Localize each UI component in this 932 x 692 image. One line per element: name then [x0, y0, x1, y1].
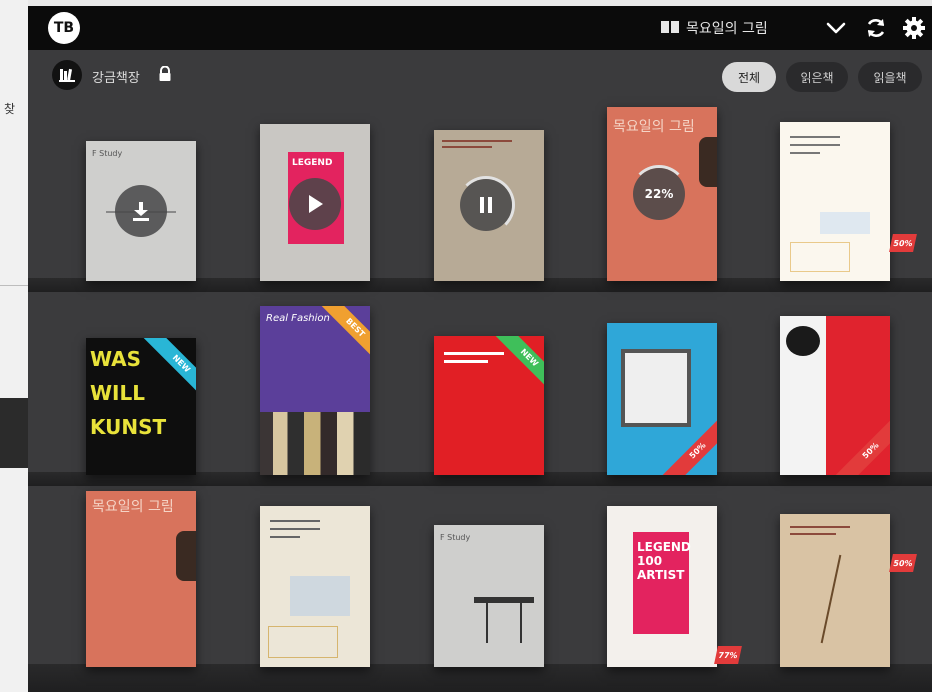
cover-art: [176, 531, 196, 581]
book-cover[interactable]: Real Fashion BEST: [260, 306, 370, 475]
background-dark-block: [0, 398, 28, 468]
cover-art-slash: [820, 554, 842, 644]
shelf-name[interactable]: 강금책장: [92, 67, 140, 86]
book-title: LEGEND 100 ARTIST: [637, 540, 691, 582]
cover-text-lines: [270, 520, 320, 538]
cover-art: [820, 212, 870, 234]
play-button[interactable]: [289, 178, 341, 230]
shelf-header: 강금책장 전체 읽은책 읽을책: [28, 50, 932, 104]
shelf-floor: [28, 664, 932, 692]
sale-badge: 50%: [889, 234, 917, 252]
gear-icon: [903, 17, 925, 39]
cover-text-lines: [790, 526, 850, 535]
pause-icon: [480, 197, 492, 213]
book-cover[interactable]: F Study: [86, 141, 196, 281]
sync-button[interactable]: [864, 16, 888, 40]
screen: 찾 TB 목요일의 그림 강금책장 전체 읽은책 읽을책 F Study LEG…: [0, 0, 932, 692]
cover-art: [486, 603, 488, 643]
settings-button[interactable]: [902, 16, 926, 40]
filter-to-read[interactable]: 읽을책: [858, 62, 922, 92]
cover-art: [699, 137, 717, 187]
book-title: LEGEND: [292, 158, 333, 168]
filter-all[interactable]: 전체: [722, 62, 776, 92]
background-divider: [0, 285, 28, 286]
bookshelf-icon: [59, 68, 75, 82]
play-icon: [309, 195, 323, 213]
cover-photo-face: [786, 326, 820, 356]
book-cover[interactable]: LEGEND: [260, 124, 370, 281]
progress-percent: 22%: [644, 187, 674, 201]
book-cover[interactable]: LEGEND 100 ARTIST: [607, 506, 717, 667]
book-cover[interactable]: WAS WILL KUNST NEW: [86, 338, 196, 475]
book-cover[interactable]: NEW: [434, 336, 544, 475]
cover-art: [290, 576, 350, 616]
bookshelf-app: TB 목요일의 그림 강금책장 전체 읽은책 읽을책 F Study LEGEN…: [28, 6, 932, 692]
current-book-title[interactable]: 목요일의 그림: [686, 18, 768, 38]
background-app: 찾: [0, 0, 28, 692]
cover-text-lines: [790, 136, 840, 154]
book-cover[interactable]: [780, 122, 890, 281]
filter-label: 전체: [737, 70, 761, 85]
cover-art: [474, 597, 534, 603]
refresh-icon: [867, 19, 885, 37]
pause-button[interactable]: [460, 179, 512, 231]
book-title: 목요일의 그림: [613, 119, 695, 135]
download-button[interactable]: [115, 185, 167, 237]
filter-read[interactable]: 읽은책: [786, 62, 848, 92]
background-app-text: 찾: [4, 102, 16, 116]
filter-label: 읽을책: [873, 70, 907, 85]
book-cover[interactable]: 50%: [780, 316, 890, 475]
book-cover[interactable]: [434, 130, 544, 281]
book-cover[interactable]: 50%: [607, 323, 717, 475]
top-bar: TB 목요일의 그림: [28, 6, 932, 50]
cover-text-lines: [444, 352, 504, 363]
book-title: F Study: [440, 533, 471, 542]
chevron-down-icon: [826, 22, 846, 34]
cover-photo-strip: [260, 412, 370, 475]
cover-art: [520, 603, 522, 643]
app-logo[interactable]: TB: [48, 12, 80, 44]
book-cover[interactable]: [780, 514, 890, 667]
cover-text-lines: [442, 140, 512, 158]
download-icon: [133, 202, 149, 221]
filter-label: 읽은책: [800, 70, 834, 85]
sale-ribbon: 50%: [833, 413, 890, 475]
cover-art: [621, 349, 691, 427]
sale-badge: 77%: [714, 646, 742, 664]
new-ribbon: NEW: [491, 336, 544, 396]
download-progress[interactable]: 22%: [633, 168, 685, 220]
dropdown-button[interactable]: [824, 16, 848, 40]
book-title: F Study: [92, 149, 123, 158]
cover-art: [268, 626, 338, 658]
sale-badge: 50%: [889, 554, 917, 572]
book-icon: [661, 21, 679, 33]
book-cover[interactable]: F Study: [434, 525, 544, 667]
shelf-selector[interactable]: [52, 60, 82, 90]
book-cover[interactable]: 목요일의 그림 22%: [607, 107, 717, 281]
lock-icon: [159, 66, 171, 81]
book-cover[interactable]: [260, 506, 370, 667]
cover-art: [790, 242, 850, 272]
book-cover[interactable]: 목요일의 그림: [86, 491, 196, 667]
book-title: 목요일의 그림: [92, 499, 174, 515]
